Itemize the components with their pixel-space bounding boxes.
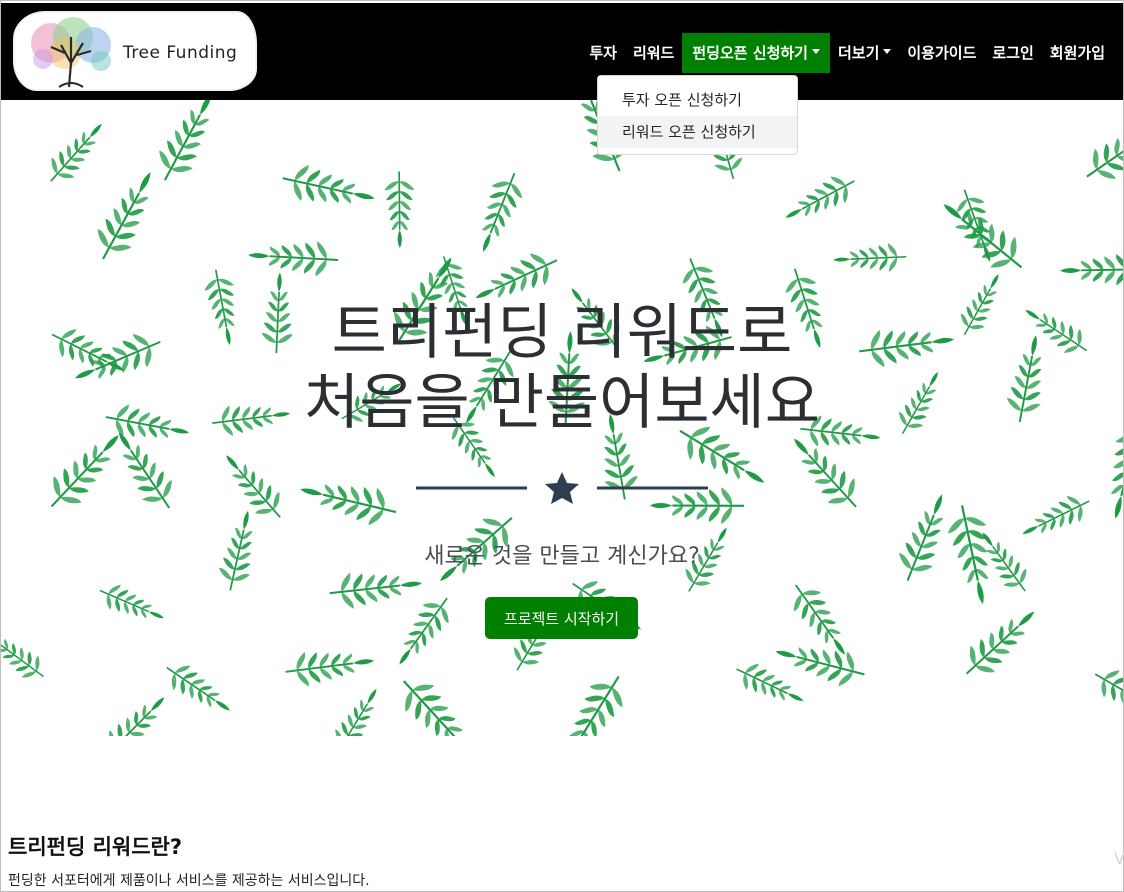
- leaf-sprig: [793, 584, 846, 655]
- leaf-sprig: [698, 735, 708, 736]
- leaf-sprig: [99, 584, 164, 619]
- nav-item-more[interactable]: 더보기: [830, 33, 899, 73]
- caret-down-icon: [811, 49, 820, 54]
- leaf-sprig: [248, 241, 339, 277]
- logo-text: Tree Funding: [123, 43, 238, 63]
- leaf-sprig: [159, 100, 211, 181]
- leaf-sprig: [1059, 254, 1123, 286]
- leaf-sprig: [335, 688, 377, 736]
- leaf-sprig: [226, 455, 281, 518]
- leaf-sprig: [285, 651, 375, 687]
- section-description: 펀딩한 서포터에게 제품이나 서비스를 제공하는 서비스입니다.: [8, 873, 370, 889]
- nav-item-signup[interactable]: 회원가입: [1042, 33, 1113, 73]
- nav-item-funding-open[interactable]: 펀딩오픈 신청하기: [682, 33, 830, 73]
- leaf-sprig: [402, 680, 463, 736]
- caret-down-icon: [883, 49, 892, 54]
- leaf-sprig: [1086, 135, 1123, 179]
- hero-title-line-1: 트리펀딩 리워드로: [331, 298, 793, 368]
- nav-item-reward[interactable]: 리워드: [625, 33, 682, 73]
- start-project-button[interactable]: 프로젝트 시작하기: [485, 597, 638, 639]
- hero-title: 트리펀딩 리워드로 처음을 만들어보세요: [1, 298, 1123, 438]
- leaf-sprig: [106, 697, 165, 736]
- leaf-sprig: [384, 171, 415, 249]
- leaf-sprig: [300, 484, 397, 526]
- leaf-sprig: [399, 597, 449, 665]
- leaf-sprig: [329, 572, 422, 609]
- leaf-sprig: [50, 123, 102, 182]
- nav-item-label: 회원가입: [1049, 44, 1105, 62]
- top-navbar: Tree Funding 투자 리워드 펀딩오픈 신청하기 더보기 이용가이드 …: [1, 3, 1123, 100]
- leaf-sprig: [833, 243, 907, 272]
- leaf-sprig: [282, 165, 375, 204]
- nav-item-invest[interactable]: 투자: [581, 33, 625, 73]
- leaf-sprig: [776, 735, 881, 736]
- leaf-sprig: [775, 647, 865, 687]
- leaf-sprig: [943, 204, 1023, 269]
- nav-item-label: 투자: [589, 44, 617, 62]
- star-icon: [545, 472, 579, 504]
- nav-item-label: 로그인: [992, 44, 1034, 62]
- nav-menu: 투자 리워드 펀딩오픈 신청하기 더보기 이용가이드 로그인 회원가입: [581, 33, 1113, 73]
- nav-item-label: 이용가이드: [907, 44, 977, 62]
- funding-open-dropdown: 투자 오픈 신청하기 리워드 오픈 신청하기: [597, 75, 798, 155]
- hero-section: 트리펀딩 리워드로 처음을 만들어보세요 새로운 것을 만들고 계신가요? 프로…: [1, 100, 1123, 736]
- logo-tree-icon: [31, 17, 111, 88]
- leaf-sprig: [569, 675, 623, 736]
- section-title: 트리펀딩 리워드란?: [8, 835, 183, 859]
- hero-title-line-2: 처음을 만들어보세요: [304, 368, 820, 438]
- nav-item-label: 펀딩오픈 신청하기: [692, 44, 808, 62]
- leaf-sprig: [1094, 670, 1123, 706]
- leaf-sprig: [785, 176, 855, 218]
- nav-item-label: 리워드: [632, 44, 675, 62]
- hero-subtitle: 새로운 것을 만들고 계신가요?: [424, 544, 700, 569]
- corner-watermark: V: [1114, 849, 1124, 868]
- logo[interactable]: Tree Funding: [15, 13, 255, 89]
- leaf-sprig: [965, 611, 1035, 675]
- star-divider: [416, 472, 708, 504]
- nav-item-guide[interactable]: 이용가이드: [899, 33, 984, 73]
- leaf-sprig: [482, 172, 523, 252]
- nav-item-label: 더보기: [837, 44, 880, 62]
- dropdown-item-invest-open[interactable]: 투자 오픈 신청하기: [598, 84, 797, 116]
- leaf-sprig: [1, 638, 44, 678]
- nav-item-login[interactable]: 로그인: [984, 33, 1041, 73]
- dropdown-item-reward-open[interactable]: 리워드 오픈 신청하기: [598, 116, 797, 148]
- leaf-sprig: [97, 172, 151, 260]
- leaf-sprig: [166, 665, 230, 711]
